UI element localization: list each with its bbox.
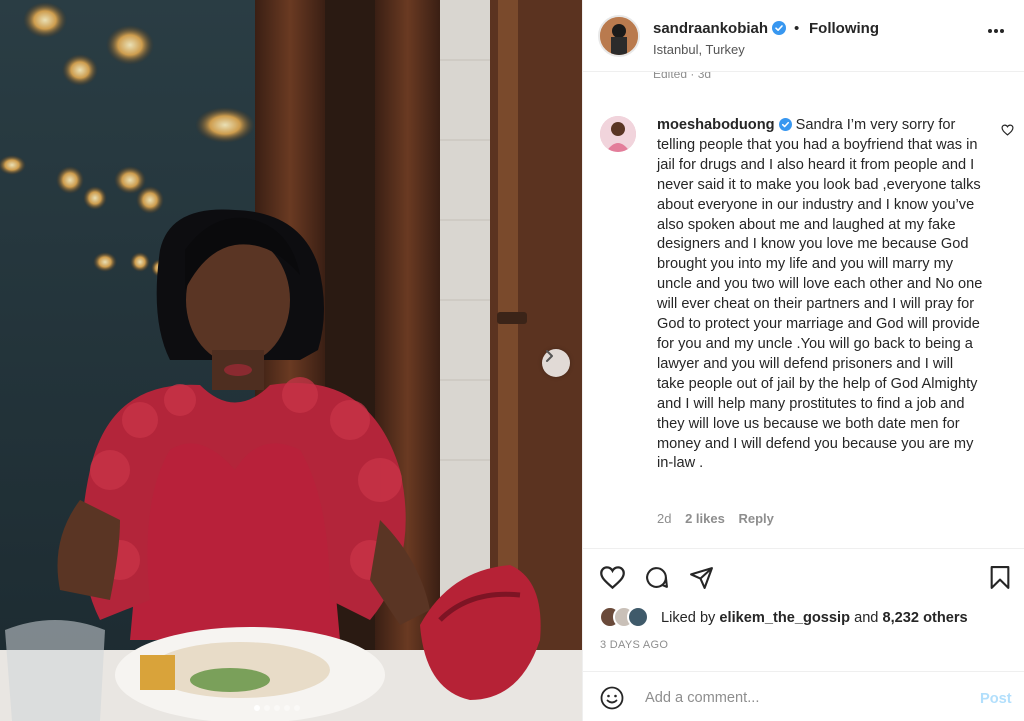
post-photo[interactable] <box>0 0 582 721</box>
commenter-username[interactable]: moeshaboduong <box>657 117 792 133</box>
post-header: sandraankobiah • Following Istanbul, Tur… <box>583 0 1024 72</box>
likes-others-count[interactable]: 8,232 others <box>883 610 968 626</box>
author-avatar[interactable] <box>598 15 640 57</box>
carousel-dot <box>274 705 280 711</box>
post-comment-button[interactable]: Post <box>980 691 1012 707</box>
carousel-dot <box>284 705 290 711</box>
likes-and: and <box>854 610 879 626</box>
likes-text: Liked by elikem_the_gossip and 8,232 oth… <box>661 610 968 626</box>
caption-edited-label: Edited · 3d <box>653 72 712 81</box>
heart-icon[interactable] <box>599 565 626 590</box>
add-comment-input[interactable] <box>645 686 945 710</box>
comment-body: moeshaboduong Sandra I’m very sorry for … <box>657 116 983 474</box>
more-horizontal-icon[interactable] <box>987 28 1005 34</box>
comment-meta: 2d 2 likes Reply <box>657 511 784 526</box>
photo-illustration <box>0 0 582 721</box>
post-details-panel: sandraankobiah • Following Istanbul, Tur… <box>582 0 1024 721</box>
bookmark-icon[interactable] <box>989 565 1011 590</box>
carousel-next-button[interactable] <box>542 349 570 377</box>
verified-badge-icon <box>772 21 787 35</box>
avatar-image <box>600 17 638 55</box>
commenter-avatar[interactable] <box>600 116 636 152</box>
header-separator: • <box>794 20 800 37</box>
carousel-dot <box>294 705 300 711</box>
following-button[interactable]: Following <box>809 20 879 37</box>
heart-outline-icon[interactable] <box>1001 124 1014 136</box>
post-location[interactable]: Istanbul, Turkey <box>653 42 745 57</box>
reply-button[interactable]: Reply <box>738 511 773 526</box>
liker-avatar <box>627 606 649 628</box>
comment-bubble-icon[interactable] <box>644 565 669 590</box>
verified-badge-icon <box>778 118 792 131</box>
likers-avatars[interactable] <box>599 606 655 630</box>
comment-age: 2d <box>657 511 672 526</box>
comment-text: Sandra I’m very sorry for telling people… <box>657 117 983 472</box>
commenter-avatar-image <box>600 116 636 152</box>
carousel-dot-active <box>254 705 260 711</box>
comment-likes-count[interactable]: 2 likes <box>685 511 725 526</box>
author-username-text[interactable]: sandraankobiah <box>653 20 768 37</box>
author-username[interactable]: sandraankobiah <box>653 20 787 37</box>
liked-by-prefix: Liked by <box>661 610 716 626</box>
smiley-icon[interactable] <box>600 686 624 710</box>
add-comment-bar: Post <box>583 671 1024 721</box>
likes-summary: Liked by elikem_the_gossip and 8,232 oth… <box>599 606 968 630</box>
commenter-username-text[interactable]: moeshaboduong <box>657 117 775 133</box>
post-timestamp[interactable]: 3 DAYS AGO <box>600 639 668 651</box>
post-actions-bar <box>583 548 1024 608</box>
liker-username[interactable]: elikem_the_gossip <box>719 610 850 626</box>
carousel-indicator <box>254 705 300 711</box>
carousel-dot <box>264 705 270 711</box>
paper-plane-icon[interactable] <box>689 565 714 590</box>
chevron-right-icon <box>546 350 553 362</box>
